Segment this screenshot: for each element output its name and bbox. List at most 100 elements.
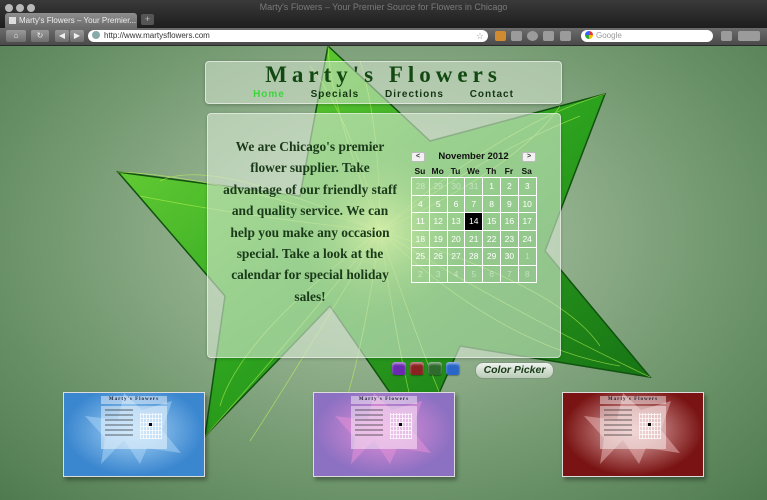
calendar-day[interactable]: 8 (517, 264, 537, 283)
color-picker-button[interactable]: Color Picker (475, 362, 554, 379)
calendar-day[interactable]: 28 (411, 177, 430, 196)
weekday-label: Fr (504, 166, 514, 176)
extension-icon[interactable] (495, 31, 506, 41)
calendar-day[interactable]: 26 (428, 247, 448, 266)
home-button[interactable]: ⌂ (6, 30, 26, 42)
calendar-day[interactable]: 13 (446, 212, 466, 231)
calendar-day[interactable]: 18 (411, 229, 430, 248)
tab-title: Marty's Flowers – Your Premier... (19, 16, 137, 25)
calendar-day[interactable]: 12 (428, 212, 448, 231)
preview-body (101, 406, 167, 449)
extension-icon[interactable] (511, 31, 522, 41)
weekday-label: Th (485, 166, 497, 176)
calendar-day[interactable]: 3 (517, 177, 537, 196)
content-panel: We are Chicago's premier flower supplier… (207, 113, 561, 358)
site-title: Marty's Flowers (265, 62, 502, 87)
weekday-label: Sa (521, 166, 532, 176)
intro-text: We are Chicago's premier flower supplier… (223, 139, 397, 304)
calendar-day[interactable]: 28 (464, 247, 484, 266)
theme-preview-purple-theme[interactable]: Marty's Flowers (313, 392, 455, 477)
url-text: http://www.martysflowers.com (104, 31, 210, 40)
calendar-day[interactable]: 10 (517, 194, 537, 213)
swatch-blue[interactable] (446, 362, 460, 375)
site-identity-icon (92, 31, 100, 39)
calendar-day[interactable]: 31 (464, 177, 484, 196)
settings-icon[interactable] (721, 31, 732, 41)
calendar-widget: < November 2012 > Su Mo Tu We Th Fr Sa 28 29 30 31… (411, 151, 537, 283)
preview-title: Marty's Flowers (101, 396, 167, 404)
calendar-day[interactable]: 1 (482, 177, 501, 196)
calendar-day[interactable]: 22 (482, 229, 501, 248)
site-header: Marty's Flowers Home Specials Directions… (205, 61, 562, 104)
new-tab-button[interactable]: + (141, 14, 154, 25)
calendar-day[interactable]: 4 (446, 264, 466, 283)
google-search-icon (585, 31, 593, 39)
calendar-day[interactable]: 7 (464, 194, 484, 213)
theme-preview-blue-theme[interactable]: Marty's Flowers (63, 392, 205, 477)
nav-directions-link[interactable]: Directions (385, 89, 444, 100)
calendar-day[interactable]: 4 (411, 194, 430, 213)
extension-icon[interactable] (543, 31, 554, 41)
preview-body (351, 406, 417, 449)
calendar-day[interactable]: 25 (411, 247, 430, 266)
web-page: Marty's Flowers Home Specials Directions… (0, 46, 767, 500)
search-bar[interactable]: Google (581, 30, 713, 42)
bookmark-star-icon[interactable]: ☆ (476, 30, 484, 42)
reload-button[interactable]: ↻ (31, 30, 49, 42)
screenshot-icon[interactable] (560, 31, 571, 41)
calendar-day[interactable]: 29 (428, 177, 448, 196)
calendar-day[interactable]: 20 (446, 229, 466, 248)
calendar-day[interactable]: 30 (499, 247, 519, 266)
menu-icon[interactable] (738, 31, 760, 41)
calendar-day[interactable]: 21 (464, 229, 484, 248)
calendar-day[interactable]: 1 (517, 247, 537, 266)
calendar-header: < November 2012 > (411, 151, 536, 163)
preview-body (600, 406, 666, 449)
calendar-day[interactable]: 23 (499, 229, 519, 248)
address-bar[interactable]: http://www.martysflowers.com ☆ (88, 30, 488, 42)
nav-specials-link[interactable]: Specials (311, 89, 360, 100)
forward-button[interactable]: ▶ (70, 30, 84, 42)
nav-contact-link[interactable]: Contact (470, 89, 514, 100)
calendar-day[interactable]: 6 (482, 264, 501, 283)
preview-title: Marty's Flowers (600, 396, 666, 404)
calendar-day[interactable]: 17 (517, 212, 537, 231)
calendar-day[interactable]: 8 (482, 194, 501, 213)
history-clock-icon[interactable] (527, 31, 538, 41)
calendar-day[interactable]: 2 (411, 264, 430, 283)
weekday-label: Tu (450, 166, 461, 176)
calendar-day[interactable]: 6 (446, 194, 466, 213)
main-nav: Home Specials Directions Contact (206, 89, 561, 100)
weekday-label: We (466, 166, 480, 176)
calendar-day[interactable]: 11 (411, 212, 430, 231)
swatch-green[interactable] (428, 362, 442, 375)
calendar-day[interactable]: 30 (446, 177, 466, 196)
calendar-day[interactable]: 16 (499, 212, 519, 231)
calendar-day[interactable]: 2 (499, 177, 519, 196)
theme-preview-red-theme[interactable]: Marty's Flowers (562, 392, 704, 477)
calendar-month-label: November 2012 (438, 151, 509, 162)
window-title: Marty's Flowers – Your Premier Source fo… (259, 2, 508, 12)
swatch-red[interactable] (410, 362, 424, 375)
calendar-day[interactable]: 9 (499, 194, 519, 213)
page-favicon-icon (9, 17, 16, 24)
calendar-day-today[interactable]: 14 (464, 212, 484, 231)
swatch-purple[interactable] (392, 362, 406, 375)
calendar-day[interactable]: 3 (428, 264, 448, 283)
next-month-button[interactable]: > (522, 152, 536, 162)
calendar-day[interactable]: 5 (464, 264, 484, 283)
back-button[interactable]: ◀ (55, 30, 69, 42)
calendar-day[interactable]: 15 (482, 212, 501, 231)
prev-month-button[interactable]: < (411, 152, 425, 162)
browser-toolbar: ⌂ ↻ ◀ ▶ http://www.martysflowers.com ☆ G… (0, 28, 767, 46)
calendar-day[interactable]: 29 (482, 247, 501, 266)
weekday-label: Mo (431, 166, 444, 176)
calendar-day[interactable]: 19 (428, 229, 448, 248)
calendar-day[interactable]: 24 (517, 229, 537, 248)
browser-tab[interactable]: Marty's Flowers – Your Premier... (5, 13, 137, 28)
calendar-day[interactable]: 5 (428, 194, 448, 213)
nav-home-link[interactable]: Home (253, 89, 285, 100)
calendar-day[interactable]: 27 (446, 247, 466, 266)
calendar-day[interactable]: 7 (499, 264, 519, 283)
preview-title: Marty's Flowers (351, 396, 417, 404)
